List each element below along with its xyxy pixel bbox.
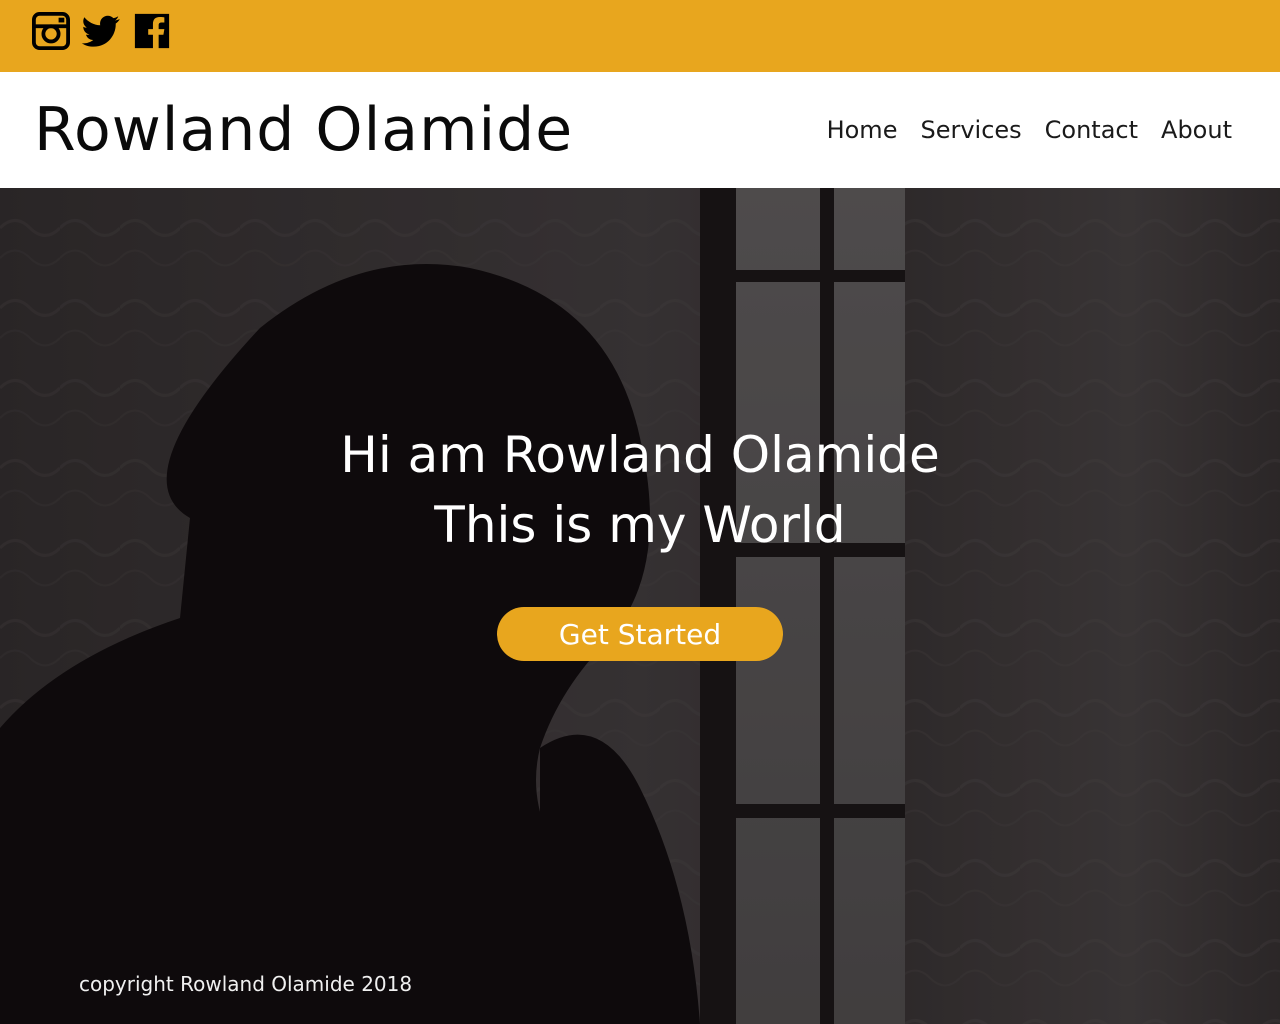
get-started-button[interactable]: Get Started bbox=[497, 607, 783, 661]
main-nav: Home Services Contact About bbox=[827, 116, 1232, 145]
twitter-icon[interactable] bbox=[80, 12, 122, 50]
nav-home[interactable]: Home bbox=[827, 116, 898, 145]
facebook-icon[interactable] bbox=[132, 12, 172, 50]
hero-section: Hi am Rowland Olamide This is my World G… bbox=[0, 188, 1280, 1024]
brand-title[interactable]: Rowland Olamide bbox=[34, 94, 573, 166]
instagram-icon[interactable] bbox=[31, 12, 71, 50]
hero-headline-line1: Hi am Rowland Olamide bbox=[340, 426, 940, 484]
site-header: Rowland Olamide Home Services Contact Ab… bbox=[0, 72, 1280, 188]
copyright-text: copyright Rowland Olamide 2018 bbox=[79, 972, 413, 996]
social-top-bar bbox=[0, 0, 1280, 72]
hero-headline: Hi am Rowland Olamide This is my World bbox=[240, 420, 1040, 560]
nav-about[interactable]: About bbox=[1161, 116, 1232, 145]
hero-headline-line2: This is my World bbox=[434, 496, 846, 554]
nav-contact[interactable]: Contact bbox=[1045, 116, 1138, 145]
hero-background-image bbox=[0, 188, 1280, 1024]
nav-services[interactable]: Services bbox=[920, 116, 1021, 145]
